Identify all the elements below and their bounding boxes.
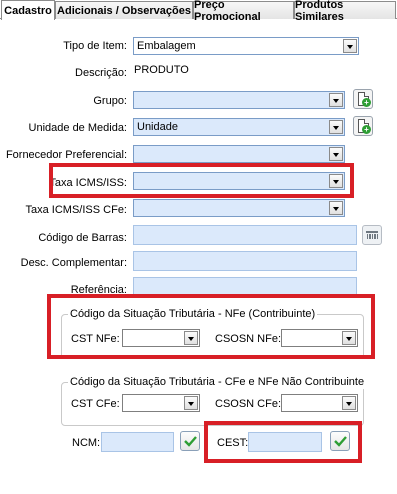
add-unidade-button[interactable]: + bbox=[353, 116, 373, 136]
cst-cfe-select[interactable] bbox=[122, 394, 200, 412]
desc-complementar-label: Desc. Complementar: bbox=[20, 257, 127, 269]
tab-adicionais[interactable]: Adicionais / Observações bbox=[55, 1, 193, 19]
unidade-value: Unidade bbox=[137, 121, 178, 133]
chevron-down-icon[interactable] bbox=[329, 93, 343, 107]
descricao-value: PRODUTO bbox=[134, 64, 189, 76]
referencia-field[interactable] bbox=[133, 277, 357, 297]
chevron-down-icon[interactable] bbox=[329, 174, 343, 188]
grupo-label: Grupo: bbox=[93, 95, 127, 107]
csosn-nfe-label: CSOSN NFe: bbox=[215, 333, 282, 345]
cst-cfe-group-title: Código da Situação Tributária - CFe e NF… bbox=[68, 375, 367, 389]
csosn-cfe-select[interactable] bbox=[281, 394, 358, 412]
unidade-label: Unidade de Medida: bbox=[28, 122, 127, 134]
chevron-down-icon[interactable] bbox=[343, 39, 357, 53]
tab-label: Cadastro bbox=[4, 4, 52, 17]
chevron-down-icon[interactable] bbox=[184, 331, 198, 345]
cest-label: CEST: bbox=[217, 437, 249, 449]
tab-preco-promocional[interactable]: Preço Promocional bbox=[193, 0, 294, 23]
plus-icon: + bbox=[362, 125, 371, 134]
csosn-cfe-label: CSOSN CFe: bbox=[215, 398, 282, 410]
chevron-down-icon[interactable] bbox=[184, 396, 198, 410]
chevron-down-icon[interactable] bbox=[329, 120, 343, 134]
grupo-select[interactable] bbox=[133, 91, 345, 109]
tab-label: Preço Promocional bbox=[194, 0, 261, 23]
codigo-barras-field[interactable] bbox=[133, 225, 357, 245]
cst-nfe-select[interactable] bbox=[122, 329, 200, 347]
chevron-down-icon[interactable] bbox=[329, 147, 343, 161]
barcode-icon bbox=[366, 231, 378, 239]
checkmark-icon bbox=[184, 436, 197, 447]
taxa-icms-cfe-label: Taxa ICMS/ISS CFe: bbox=[25, 204, 127, 216]
tipo-item-select[interactable]: Embalagem bbox=[133, 37, 359, 55]
chevron-down-icon[interactable] bbox=[342, 396, 356, 410]
gerar-codigo-button[interactable] bbox=[362, 225, 382, 245]
chevron-down-icon[interactable] bbox=[342, 331, 356, 345]
add-grupo-button[interactable]: + bbox=[353, 89, 373, 109]
validate-cest-button[interactable] bbox=[330, 431, 350, 451]
csosn-nfe-select[interactable] bbox=[281, 329, 358, 347]
ncm-label: NCM: bbox=[72, 437, 101, 449]
taxa-icms-cfe-select[interactable] bbox=[133, 199, 345, 217]
taxa-icms-select[interactable] bbox=[133, 172, 345, 190]
tab-label: Adicionais / Observações bbox=[57, 4, 191, 17]
descricao-label: Descrição: bbox=[75, 67, 127, 79]
unidade-select[interactable]: Unidade bbox=[133, 118, 345, 136]
codigo-barras-label: Código de Barras: bbox=[38, 232, 127, 244]
plus-icon: + bbox=[362, 98, 371, 107]
tipo-item-label: Tipo de Item: bbox=[63, 40, 127, 52]
fornecedor-label: Fornecedor Preferencial: bbox=[5, 149, 127, 161]
cst-nfe-label: CST NFe: bbox=[71, 333, 120, 345]
desc-complementar-field[interactable] bbox=[133, 251, 357, 271]
ncm-field[interactable] bbox=[101, 432, 174, 452]
validate-ncm-button[interactable] bbox=[180, 431, 200, 451]
cst-cfe-label: CST CFe: bbox=[71, 398, 120, 410]
referencia-label: Referência: bbox=[70, 284, 127, 296]
tab-bar: Cadastro Adicionais / Observações Preço … bbox=[0, 0, 397, 23]
cest-field[interactable] bbox=[248, 432, 322, 452]
tab-produtos-similares[interactable]: Produtos Similares bbox=[294, 0, 396, 23]
tab-label: Produtos Similares bbox=[295, 0, 344, 23]
tipo-item-value: Embalagem bbox=[137, 40, 196, 52]
checkmark-icon bbox=[334, 436, 347, 447]
taxa-icms-label: Taxa ICMS/ISS: bbox=[49, 177, 127, 189]
cst-nfe-group-title: Código da Situação Tributária - NFe (Con… bbox=[68, 307, 318, 321]
tab-cadastro[interactable]: Cadastro bbox=[1, 0, 55, 20]
fornecedor-select[interactable] bbox=[133, 145, 345, 163]
chevron-down-icon[interactable] bbox=[329, 201, 343, 215]
